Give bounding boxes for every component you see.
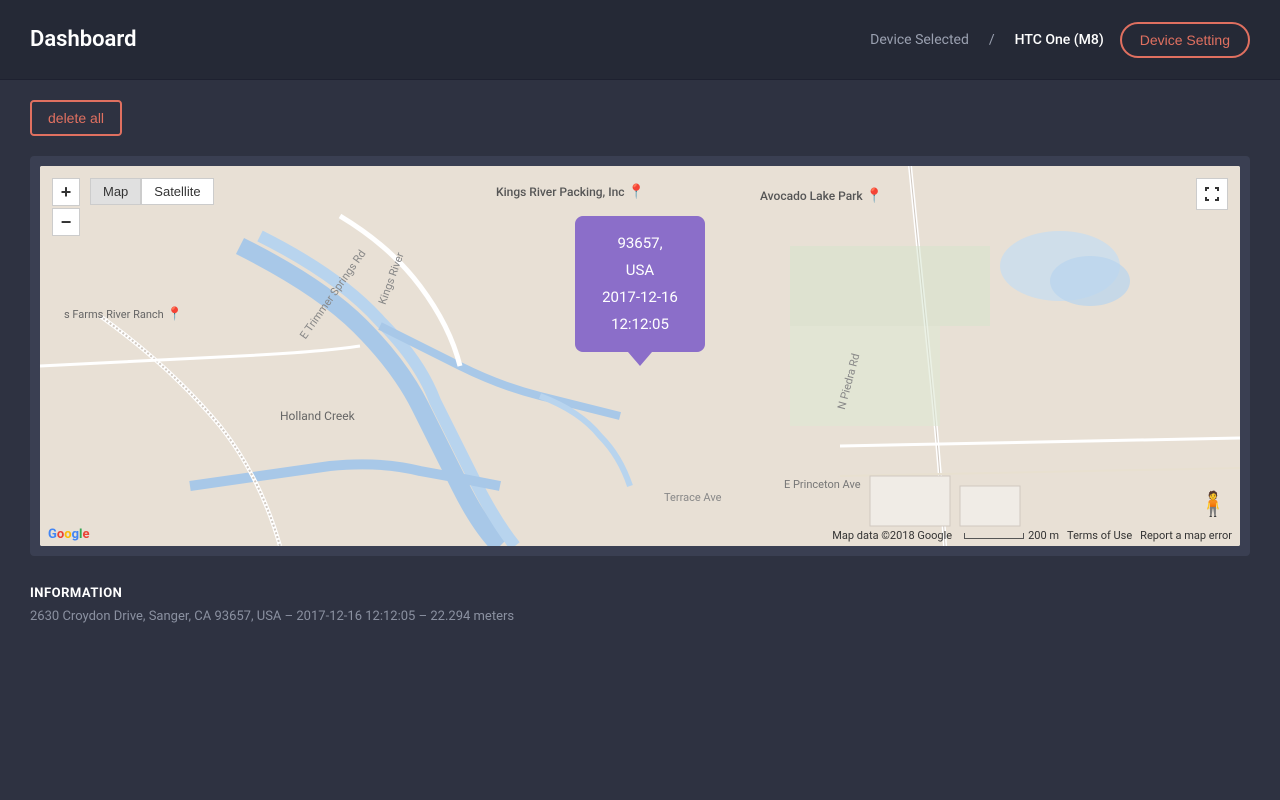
device-selected-label: Device Selected <box>870 32 969 48</box>
map-wrapper: Kings River Packing, Inc 📍 Avocado Lake … <box>30 156 1250 556</box>
google-logo: Google <box>48 527 89 542</box>
information-title: INFORMATION <box>30 586 1250 601</box>
map-label-avocado-lake: Avocado Lake Park 📍 <box>760 188 883 204</box>
map-label-holland-creek: Holland Creek <box>280 409 355 423</box>
popup-line4: 12:12:05 <box>595 311 685 338</box>
information-section: INFORMATION 2630 Croydon Drive, Sanger, … <box>30 576 1250 634</box>
device-name-label: HTC One (M8) <box>1015 32 1104 48</box>
popup-line2: USA <box>595 257 685 284</box>
header: Dashboard Device Selected / HTC One (M8)… <box>0 0 1280 80</box>
map-label-princeton: E Princeton Ave <box>784 478 861 491</box>
fullscreen-button[interactable] <box>1196 178 1228 210</box>
pegman-icon[interactable]: 🧍 <box>1198 490 1228 518</box>
fullscreen-icon <box>1204 186 1220 202</box>
delete-all-button[interactable]: delete all <box>30 100 122 136</box>
map-label-farms-river: s Farms River Ranch 📍 <box>64 307 183 322</box>
map-container[interactable]: Kings River Packing, Inc 📍 Avocado Lake … <box>40 166 1240 546</box>
page-title: Dashboard <box>30 27 136 52</box>
map-type-map-button[interactable]: Map <box>90 178 141 205</box>
map-data-label: Map data ©2018 Google <box>832 529 952 542</box>
google-attribution: Google <box>48 527 89 542</box>
breadcrumb-separator: / <box>989 32 995 48</box>
scale-label: 200 m <box>960 529 1059 542</box>
map-type-satellite-button[interactable]: Satellite <box>141 178 213 205</box>
map-data-attribution: Map data ©2018 Google 200 m Terms of Use… <box>832 529 1232 542</box>
zoom-in-button[interactable]: + <box>52 178 80 206</box>
header-right: Device Selected / HTC One (M8) Device Se… <box>870 22 1250 58</box>
popup-line1: 93657, <box>595 230 685 257</box>
popup-line3: 2017-12-16 <box>595 284 685 311</box>
map-zoom-controls: + − <box>52 178 80 236</box>
map-popup: 93657, USA 2017-12-16 12:12:05 <box>575 216 705 352</box>
terms-of-use-link[interactable]: Terms of Use <box>1067 529 1132 542</box>
main-content: delete all <box>0 80 1280 654</box>
map-label-kings-river-packing: Kings River Packing, Inc 📍 <box>496 184 645 200</box>
map-label-terrace: Terrace Ave <box>664 491 721 504</box>
report-map-error-link[interactable]: Report a map error <box>1140 529 1232 542</box>
zoom-out-button[interactable]: − <box>52 208 80 236</box>
map-type-buttons: Map Satellite <box>90 178 214 205</box>
information-text: 2630 Croydon Drive, Sanger, CA 93657, US… <box>30 609 1250 624</box>
device-setting-button[interactable]: Device Setting <box>1120 22 1250 58</box>
